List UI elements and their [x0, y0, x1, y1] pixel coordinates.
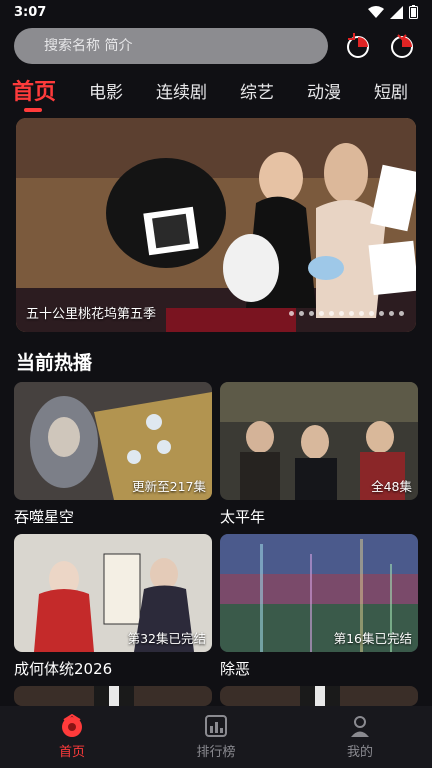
video-thumbnail[interactable]: 第32集已完结: [14, 534, 212, 652]
profile-icon: [351, 716, 369, 737]
status-bar: 3:07: [0, 0, 432, 24]
search-bar[interactable]: [14, 28, 328, 64]
pagination-dot: [299, 311, 304, 316]
pagination-dot: [339, 311, 344, 316]
download-icon: [391, 34, 413, 58]
episode-badge: 第16集已完结: [333, 631, 412, 646]
home-icon: [62, 714, 82, 737]
video-thumbnail[interactable]: 更新至217集: [14, 382, 212, 500]
episode-badge: 第32集已完结: [127, 631, 206, 646]
nav-ranking[interactable]: 排行榜: [166, 714, 266, 760]
video-thumbnail[interactable]: [14, 686, 212, 706]
now-playing-grid: 更新至217集 吞噬星空 全48集 太平年 第32集已完结 成何体统2026 第…: [14, 382, 418, 706]
section-title: 当前热播: [16, 352, 93, 374]
video-title: 吞噬星空: [14, 508, 75, 526]
poster-image: [220, 686, 418, 706]
download-button[interactable]: [388, 32, 416, 60]
featured-banner[interactable]: 五十公里桃花坞第五季: [16, 118, 416, 332]
tab-variety[interactable]: 综艺: [240, 72, 274, 103]
video-title: 除恶: [220, 660, 251, 678]
signal-icon: [390, 5, 403, 19]
episode-badge: 全48集: [371, 479, 412, 494]
banner-caption: 五十公里桃花坞第五季: [26, 307, 157, 322]
video-title: 太平年: [220, 508, 266, 526]
tab-short-drama[interactable]: 短剧: [374, 72, 408, 103]
poster-image: [14, 686, 212, 706]
pagination-dot: [389, 311, 394, 316]
ranking-icon: [205, 715, 227, 737]
banner-pagination: [289, 311, 404, 316]
video-card[interactable]: 全48集 太平年: [220, 382, 418, 526]
nav-home[interactable]: 首页: [22, 714, 122, 760]
pagination-dot: [309, 311, 314, 316]
video-thumbnail[interactable]: [220, 686, 418, 706]
wifi-icon: [368, 6, 384, 18]
pagination-dot: [349, 311, 354, 316]
tab-anime[interactable]: 动漫: [307, 72, 341, 103]
category-tabs: 首页 电影 连续剧 综艺 动漫 短剧: [12, 72, 432, 112]
battery-icon: [409, 5, 418, 19]
nav-label: 首页: [58, 745, 85, 760]
banner-image: [16, 118, 416, 332]
history-button[interactable]: [344, 32, 372, 60]
nav-label: 我的: [346, 745, 373, 760]
nav-label: 排行榜: [196, 745, 236, 760]
pagination-dot: [369, 311, 374, 316]
search-input[interactable]: [44, 38, 328, 54]
top-toolbar: [14, 28, 418, 64]
episode-badge: 更新至217集: [132, 479, 206, 494]
video-title: 成何体统2026: [14, 660, 113, 678]
video-thumbnail[interactable]: 第16集已完结: [220, 534, 418, 652]
video-card[interactable]: [220, 686, 418, 706]
video-card[interactable]: 第32集已完结 成何体统2026: [14, 534, 212, 678]
pagination-dot: [289, 311, 294, 316]
status-time: 3:07: [14, 4, 47, 20]
video-thumbnail[interactable]: 全48集: [220, 382, 418, 500]
nav-profile[interactable]: 我的: [310, 714, 410, 760]
tab-movies[interactable]: 电影: [89, 72, 123, 103]
video-card[interactable]: 第16集已完结 除恶: [220, 534, 418, 678]
pagination-dot: [329, 311, 334, 316]
pagination-dot: [379, 311, 384, 316]
tab-home[interactable]: 首页: [12, 72, 56, 112]
video-card[interactable]: 更新至217集 吞噬星空: [14, 382, 212, 526]
video-card[interactable]: [14, 686, 212, 706]
history-icon: [347, 33, 369, 58]
pagination-dot: [399, 311, 404, 316]
tab-series[interactable]: 连续剧: [156, 72, 207, 103]
pagination-dot: [359, 311, 364, 316]
pagination-dot: [319, 311, 324, 316]
bottom-navigation: 首页 排行榜 我的: [0, 706, 432, 768]
